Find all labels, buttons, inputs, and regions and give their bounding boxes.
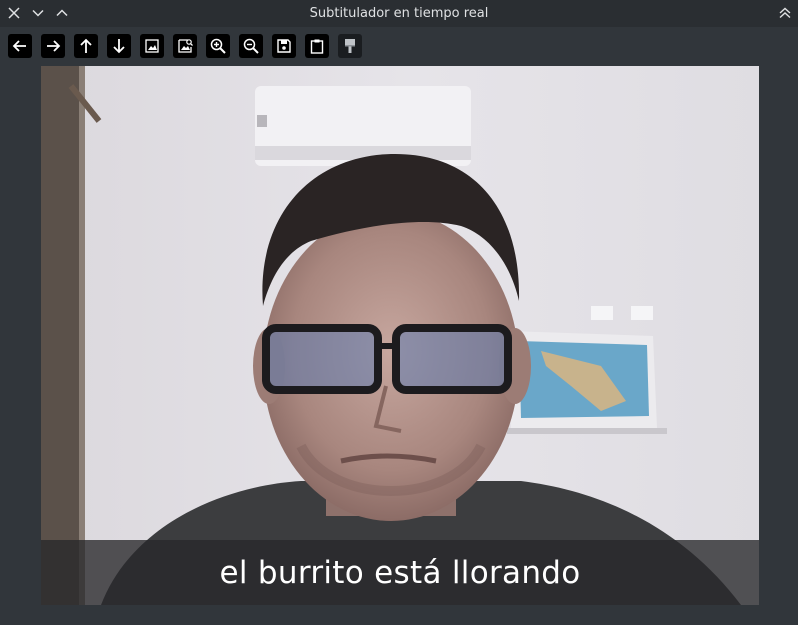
zoom-out-icon[interactable] <box>239 34 263 58</box>
save-icon[interactable] <box>272 34 296 58</box>
double-chevron-up-icon[interactable] <box>776 4 794 22</box>
window-title: Subtitulador en tiempo real <box>309 6 489 21</box>
image-icon[interactable] <box>140 34 164 58</box>
arrow-down-icon[interactable] <box>107 34 131 58</box>
clipboard-icon[interactable] <box>305 34 329 58</box>
camera-scene <box>41 66 759 605</box>
paint-brush-icon[interactable] <box>338 34 362 58</box>
subtitle-bar: el burrito está llorando <box>41 540 759 605</box>
title-bar: Subtitulador en tiempo real <box>0 0 798 27</box>
arrow-up-icon[interactable] <box>74 34 98 58</box>
image-search-icon[interactable] <box>173 34 197 58</box>
camera-video-frame: el burrito está llorando <box>41 66 759 605</box>
zoom-in-icon[interactable] <box>206 34 230 58</box>
subtitle-text: el burrito está llorando <box>219 554 581 591</box>
arrow-left-icon[interactable] <box>8 34 32 58</box>
arrow-right-icon[interactable] <box>41 34 65 58</box>
